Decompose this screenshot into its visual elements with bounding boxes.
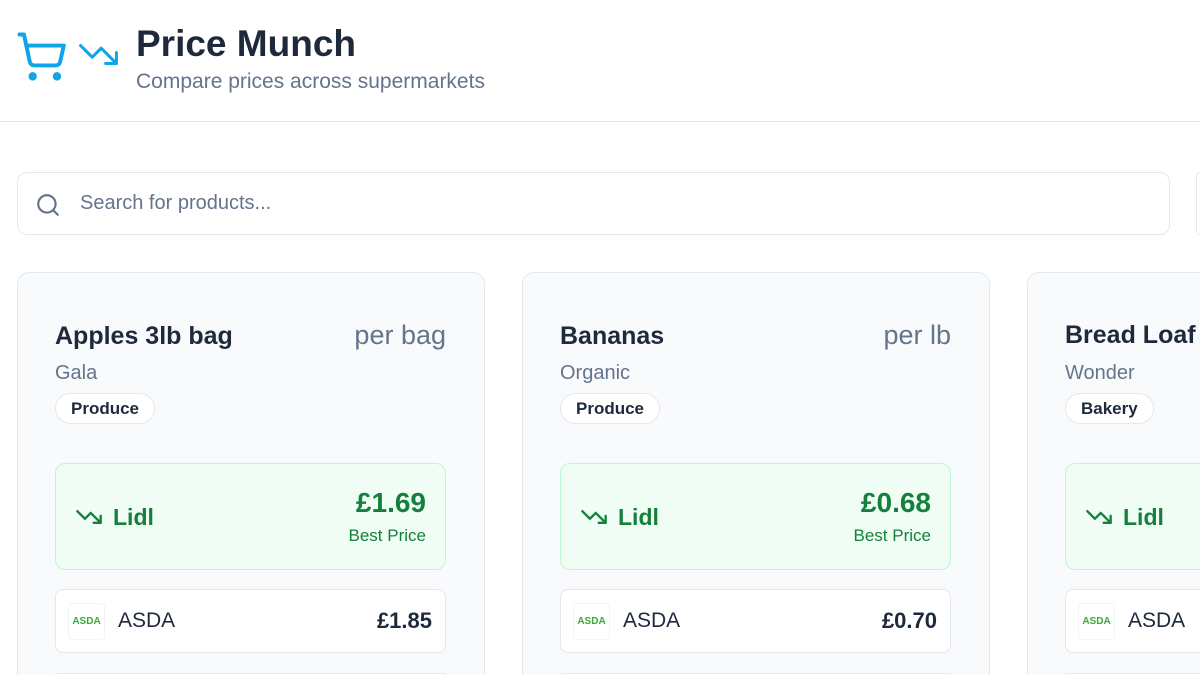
search-bar[interactable] [17, 172, 1170, 235]
product-name: Apples 3lb bag [55, 322, 233, 350]
product-card: Bread Loaf Wonder Bakery Lidl ASDA ASDA [1027, 272, 1200, 675]
product-variety: Organic [560, 362, 631, 384]
product-unit: per lb [883, 320, 951, 350]
product-name: Bananas [560, 322, 665, 350]
best-price-label: Best Price [348, 525, 426, 545]
store-name: ASDA [1128, 609, 1186, 632]
search-input[interactable] [80, 173, 1150, 234]
best-store-name: Lidl [1123, 503, 1164, 530]
store-price-row: ASDA ASDA £1.85 [55, 589, 446, 653]
best-price-panel: Lidl £0.68 Best Price [560, 463, 951, 570]
category-badge: Produce [560, 393, 661, 424]
store-price: £0.70 [881, 608, 937, 633]
product-title-row: Bananas per lb [560, 319, 951, 352]
page: Price Munch Compare prices across superm… [0, 0, 1200, 675]
search-icon [35, 192, 61, 218]
best-price-value: £1.69 [355, 486, 426, 518]
trending-down-icon [580, 503, 608, 531]
product-title-row: Apples 3lb bag per bag [55, 319, 446, 352]
app-title: Price Munch [136, 23, 356, 64]
best-price-value: £0.68 [860, 486, 931, 518]
filter-select[interactable] [1196, 172, 1200, 235]
store-price-row: ASDA ASDA £0.70 [560, 589, 951, 653]
category-badge: Produce [55, 393, 156, 424]
asda-logo: ASDA [573, 602, 610, 640]
best-store-name: Lidl [618, 503, 659, 530]
product-card: Apples 3lb bag per bag Gala Produce Lidl… [17, 272, 485, 675]
product-card: Bananas per lb Organic Produce Lidl £0.6… [522, 272, 990, 675]
product-title-row: Bread Loaf [1065, 319, 1200, 351]
store-name: ASDA [118, 609, 176, 632]
best-price-panel: Lidl [1065, 463, 1200, 570]
best-store: Lidl [1085, 503, 1164, 531]
best-store: Lidl [75, 503, 154, 531]
asda-logo: ASDA [1078, 602, 1115, 640]
app-subtitle: Compare prices across supermarkets [136, 70, 485, 93]
product-variety: Wonder [1065, 362, 1135, 384]
trending-down-icon [77, 33, 120, 76]
best-price-block: £0.68 Best Price [854, 487, 931, 547]
category-badge: Bakery [1065, 393, 1154, 424]
store-price-row: ASDA ASDA [1065, 589, 1200, 653]
asda-logo: ASDA [68, 602, 105, 640]
best-price-panel: Lidl £1.69 Best Price [55, 463, 446, 570]
shopping-cart-icon [15, 30, 68, 83]
best-store: Lidl [580, 503, 659, 531]
product-name: Bread Loaf [1065, 321, 1196, 349]
best-price-block: £1.69 Best Price [349, 487, 426, 547]
store-name: ASDA [623, 609, 681, 632]
trending-down-icon [1085, 503, 1113, 531]
store-price: £1.85 [376, 608, 432, 633]
app-header: Price Munch Compare prices across superm… [0, 0, 1200, 122]
best-store-name: Lidl [113, 503, 154, 530]
best-price-label: Best Price [853, 525, 931, 545]
product-variety: Gala [55, 362, 98, 384]
product-unit: per bag [354, 320, 446, 350]
trending-down-icon [75, 503, 103, 531]
